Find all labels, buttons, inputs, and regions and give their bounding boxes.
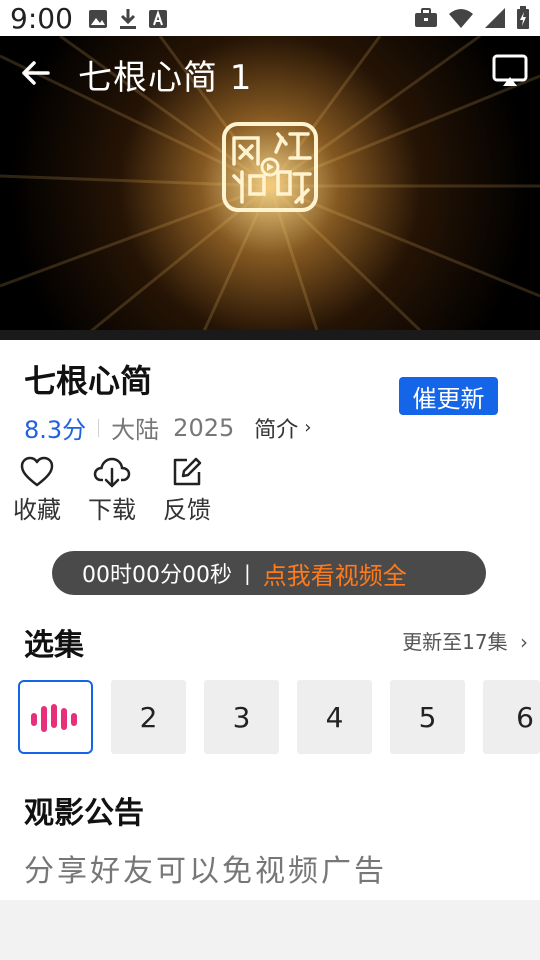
ad-timer: 00时00分00秒	[82, 563, 232, 588]
status-bar: 9:00	[0, 0, 540, 36]
edit-icon	[173, 457, 202, 486]
network-av-logo	[222, 122, 318, 212]
cloud-download-icon	[93, 457, 131, 488]
favorite-label: 收藏	[13, 496, 61, 524]
show-title: 七根心简	[24, 362, 153, 400]
episode-button[interactable]: 4	[297, 680, 372, 754]
image-icon	[89, 10, 107, 28]
wifi-icon	[449, 9, 473, 28]
score: 8.3分	[24, 416, 87, 444]
download-label: 下载	[88, 496, 136, 524]
video-player[interactable]: 七根心简 1	[0, 36, 540, 340]
feedback-button[interactable]: 反馈	[152, 456, 222, 525]
intro-link[interactable]: 简介	[254, 412, 298, 444]
status-time: 9:00	[10, 2, 73, 35]
notice-title: 观影公告	[24, 796, 144, 831]
playing-bars-icon	[30, 704, 77, 732]
text-a-icon	[149, 9, 167, 28]
download-button[interactable]: 下载	[77, 456, 147, 525]
episode-button[interactable]: 5	[390, 680, 465, 754]
urge-update-button[interactable]: 催更新	[399, 377, 498, 415]
heart-icon	[20, 456, 54, 487]
feedback-label: 反馈	[163, 496, 211, 524]
episodes-title: 选集	[24, 628, 84, 663]
update-info-link[interactable]: 更新至17集 ›	[402, 626, 528, 655]
episode-button[interactable]: 6	[483, 680, 540, 754]
year: 2025	[173, 413, 235, 442]
back-arrow-icon[interactable]	[18, 56, 52, 90]
episode-1-playing[interactable]	[18, 680, 93, 754]
episode-button[interactable]: 2	[111, 680, 186, 754]
cast-icon[interactable]	[492, 54, 528, 88]
ad-separator: |	[243, 561, 251, 585]
ad-countdown-banner[interactable]: 00时00分00秒 | 点我看视频全	[52, 551, 486, 595]
chevron-right-icon: ›	[520, 630, 528, 654]
detail-panel: 七根心简 8.3分 大陆 2025 简介 › 催更新 收藏 下载 反馈 00时0…	[0, 340, 540, 900]
region: 大陆	[111, 416, 160, 444]
chevron-right-icon[interactable]: ›	[304, 417, 311, 438]
meta-divider	[98, 418, 100, 437]
battery-icon	[517, 6, 529, 29]
episode-list: 2 3 4 5 6	[18, 680, 540, 754]
watch-full-video-link[interactable]: 点我看视频全	[263, 556, 407, 591]
update-info-text: 更新至17集	[402, 630, 508, 654]
download-icon	[120, 9, 136, 29]
briefcase-icon	[415, 8, 437, 27]
notice-text: 分享好友可以免视频广告	[24, 854, 387, 889]
favorite-button[interactable]: 收藏	[2, 456, 72, 525]
action-row: 收藏 下载 反馈	[0, 456, 300, 536]
show-meta: 8.3分 大陆 2025 简介 ›	[24, 410, 311, 445]
signal-icon	[485, 8, 505, 28]
video-title: 七根心简 1	[78, 58, 253, 98]
episode-button[interactable]: 3	[204, 680, 279, 754]
video-progress-strip[interactable]	[0, 330, 540, 340]
